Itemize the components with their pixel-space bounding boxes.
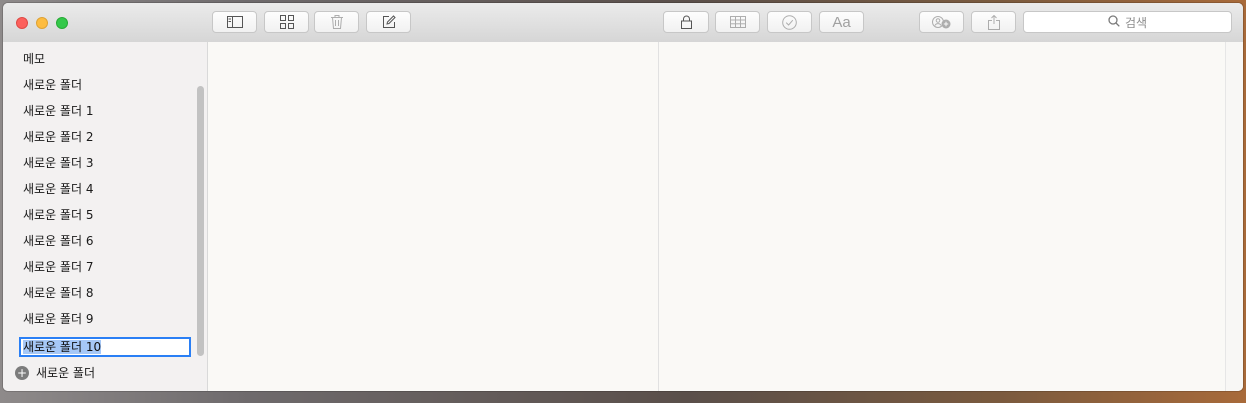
lock-icon — [680, 15, 692, 29]
folder-item[interactable]: 새로운 폴더 — [23, 76, 82, 94]
folder-item[interactable]: 새로운 폴더 2 — [23, 128, 93, 146]
folder-item[interactable]: 새로운 폴더 5 — [23, 206, 93, 224]
format-icon: Aa — [832, 13, 851, 31]
gallery-view-button[interactable] — [264, 11, 309, 33]
editor-right-edge — [1225, 42, 1243, 391]
folder-item[interactable]: 메모 — [23, 50, 45, 68]
folder-rename-field[interactable]: 새로운 폴더 10 — [19, 337, 191, 357]
folder-rename-text: 새로운 폴더 10 — [23, 340, 102, 354]
compose-button[interactable] — [366, 11, 411, 33]
folder-item[interactable]: 새로운 폴더 3 — [23, 154, 93, 172]
folder-item[interactable]: 새로운 폴더 1 — [23, 102, 93, 120]
format-button[interactable]: Aa — [819, 11, 864, 33]
folder-item[interactable]: 새로운 폴더 7 — [23, 258, 93, 276]
sidebar-toggle-icon — [226, 16, 243, 28]
table-icon — [729, 16, 746, 28]
folder-item[interactable]: 새로운 폴더 9 — [23, 310, 93, 328]
maximize-button[interactable] — [56, 17, 68, 29]
toolbar: Aa 검색 — [3, 3, 1243, 43]
search-field[interactable]: 검색 — [1023, 11, 1232, 33]
folder-sidebar: 메모 새로운 폴더 새로운 폴더 1 새로운 폴더 2 새로운 폴더 3 새로운… — [3, 42, 208, 391]
share-icon — [987, 14, 1000, 30]
new-folder-button[interactable]: + 새로운 폴더 — [15, 364, 95, 381]
compose-icon — [382, 15, 396, 29]
new-folder-label: 새로운 폴더 — [36, 366, 96, 380]
folder-item[interactable]: 새로운 폴더 6 — [23, 232, 93, 250]
add-people-button[interactable] — [919, 11, 964, 33]
table-button[interactable] — [715, 11, 760, 33]
notes-window: Aa 검색 메모 새로운 폴더 새로운 폴더 1 새로운 폴더 2 새로운 폴더… — [3, 3, 1243, 391]
folder-item[interactable]: 새로운 폴더 8 — [23, 284, 93, 302]
grid-view-icon — [279, 15, 294, 29]
checklist-icon — [782, 14, 797, 30]
search-placeholder: 검색 — [1124, 15, 1148, 30]
note-editor-pane[interactable] — [659, 42, 1225, 391]
minimize-button[interactable] — [36, 17, 48, 29]
share-button[interactable] — [971, 11, 1016, 33]
search-icon — [1108, 14, 1120, 30]
folder-item[interactable]: 새로운 폴더 4 — [23, 180, 93, 198]
lock-button[interactable] — [663, 11, 709, 33]
delete-button[interactable] — [314, 11, 359, 33]
sidebar-scrollbar[interactable] — [197, 86, 204, 356]
close-button[interactable] — [16, 17, 28, 29]
note-list-pane[interactable] — [208, 42, 659, 391]
trash-icon — [330, 15, 343, 29]
sidebar-toggle-button[interactable] — [212, 11, 257, 33]
add-people-icon — [931, 15, 952, 29]
plus-circle-icon: + — [15, 365, 29, 380]
checklist-button[interactable] — [767, 11, 812, 33]
